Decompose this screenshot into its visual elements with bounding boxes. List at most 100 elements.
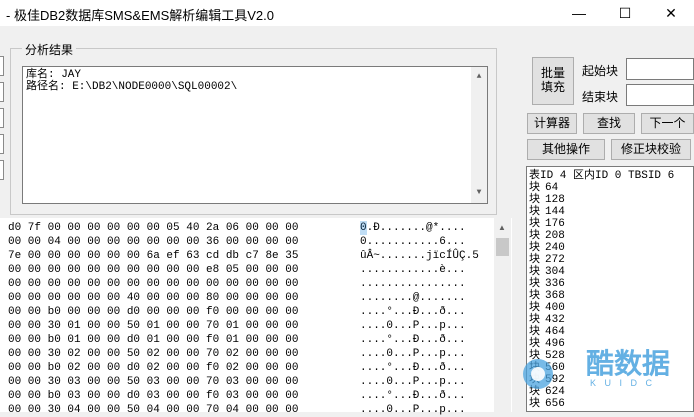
block-list-item[interactable]: 块 128 xyxy=(529,194,565,206)
block-number: 208 xyxy=(545,230,565,242)
hex-row[interactable]: 7e 00 00 00 00 00 00 6a ef 63 cd db c7 8… xyxy=(8,249,298,263)
hex-row[interactable]: 00 00 30 02 00 00 50 02 00 00 70 02 00 0… xyxy=(8,347,298,361)
title-bar: - 极佳DB2数据库SMS&EMS解析编辑工具V2.0 — ☐ ✕ xyxy=(0,0,694,26)
hex-row[interactable]: 00 00 30 03 00 00 50 03 00 00 70 03 00 0… xyxy=(8,375,298,389)
hex-row[interactable]: 00 00 b0 00 00 00 d0 00 00 00 f0 00 00 0… xyxy=(8,305,298,319)
block-list-item[interactable]: 块 240 xyxy=(529,242,565,254)
other-operations-button[interactable]: 其他操作 xyxy=(527,139,605,160)
hex-row[interactable]: 00 00 b0 02 00 00 d0 02 00 00 f0 02 00 0… xyxy=(8,361,298,375)
block-prefix: 块 xyxy=(529,290,540,302)
block-number: 368 xyxy=(545,290,565,302)
ascii-row[interactable]: ....°...Ð...ð... xyxy=(360,305,466,319)
block-number: 240 xyxy=(545,242,565,254)
watermark-text: 酷数据 xyxy=(586,348,671,379)
block-list-item[interactable]: 块 464 xyxy=(529,326,565,338)
block-list-item[interactable]: 块 208 xyxy=(529,230,565,242)
scroll-up-icon[interactable]: ▲ xyxy=(471,69,487,85)
ascii-row[interactable]: ............è... xyxy=(360,263,466,277)
block-number: 432 xyxy=(545,314,565,326)
ascii-row[interactable]: ....°...Ð...ð... xyxy=(360,361,466,375)
next-button[interactable]: 下一个 xyxy=(641,113,694,134)
batch-fill-button[interactable]: 批量 填充 xyxy=(532,57,574,105)
hex-row[interactable]: d0 7f 00 00 00 00 00 00 05 40 2a 06 00 0… xyxy=(8,221,298,235)
hex-row[interactable]: 00 00 30 01 00 00 50 01 00 00 70 01 00 0… xyxy=(8,319,298,333)
block-prefix: 块 xyxy=(529,218,540,230)
ascii-row[interactable]: 0.Ð.......@*.... xyxy=(360,221,466,235)
block-list-header: 表ID 4 区内ID 0 TBSID 6 xyxy=(529,170,675,182)
db-name-line: 库名: JAY xyxy=(26,69,82,81)
analysis-result-box[interactable]: 库名: JAY 路径名: E:\DB2\NODE0000\SQL00002\ ▲… xyxy=(22,66,488,204)
block-number: 272 xyxy=(545,254,565,266)
ascii-row[interactable]: ....°...Ð...ð... xyxy=(360,389,466,403)
block-list-item[interactable]: 块 64 xyxy=(529,182,558,194)
analysis-legend: 分析结果 xyxy=(22,41,77,58)
block-prefix: 块 xyxy=(529,206,540,218)
block-list-item[interactable]: 块 336 xyxy=(529,278,565,290)
block-prefix: 块 xyxy=(529,254,540,266)
ascii-row[interactable]: ....0...P...p... xyxy=(360,319,466,333)
hex-editor[interactable]: d0 7f 00 00 00 00 00 00 05 40 2a 06 00 0… xyxy=(0,218,512,416)
result-scrollbar[interactable]: ▲ ▼ xyxy=(471,67,487,203)
start-block-input[interactable] xyxy=(626,58,694,80)
block-list-item[interactable]: 块 304 xyxy=(529,266,565,278)
block-list-item[interactable]: 块 176 xyxy=(529,218,565,230)
hex-row[interactable]: 00 00 b0 03 00 00 d0 03 00 00 f0 03 00 0… xyxy=(8,389,298,403)
block-list-item[interactable]: 块 432 xyxy=(529,314,565,326)
block-prefix: 块 xyxy=(529,266,540,278)
hex-scroll-up-icon[interactable]: ▲ xyxy=(494,220,510,236)
block-number: 64 xyxy=(545,182,559,194)
left-clipped-control[interactable] xyxy=(0,160,4,180)
block-prefix: 块 xyxy=(529,314,540,326)
watermark-subtext: K U I D C xyxy=(590,378,656,388)
hex-row[interactable]: 00 00 30 04 00 00 50 04 00 00 70 04 00 0… xyxy=(8,403,298,417)
block-prefix: 块 xyxy=(529,278,540,290)
start-block-label: 起始块 xyxy=(582,64,619,78)
window-title: - 极佳DB2数据库SMS&EMS解析编辑工具V2.0 xyxy=(6,8,274,23)
block-number: 176 xyxy=(545,218,565,230)
block-number: 464 xyxy=(545,326,565,338)
block-prefix: 块 xyxy=(529,242,540,254)
block-list-item[interactable]: 块 400 xyxy=(529,302,565,314)
block-prefix: 块 xyxy=(529,302,540,314)
hex-row[interactable]: 00 00 00 00 00 00 00 00 00 00 e8 05 00 0… xyxy=(8,263,298,277)
close-icon[interactable]: ✕ xyxy=(648,0,694,26)
block-list-item[interactable]: 块 368 xyxy=(529,290,565,302)
minimize-icon[interactable]: — xyxy=(556,0,602,26)
left-clipped-control[interactable] xyxy=(0,56,4,76)
block-number: 400 xyxy=(545,302,565,314)
calculator-button[interactable]: 计算器 xyxy=(527,113,577,134)
left-clipped-control[interactable] xyxy=(0,108,4,128)
ascii-row[interactable]: ....°...Ð...ð... xyxy=(360,333,466,347)
ascii-row[interactable]: ....0...P...p... xyxy=(360,375,466,389)
maximize-icon[interactable]: ☐ xyxy=(602,0,648,26)
end-block-label: 结束块 xyxy=(582,90,619,104)
hex-cursor xyxy=(360,221,367,235)
block-prefix: 块 xyxy=(529,194,540,206)
hex-row[interactable]: 00 00 b0 01 00 00 d0 01 00 00 f0 01 00 0… xyxy=(8,333,298,347)
block-prefix: 块 xyxy=(529,326,540,338)
hex-row[interactable]: 00 00 00 00 00 00 40 00 00 00 80 00 00 0… xyxy=(8,291,298,305)
ascii-row[interactable]: ....0...P...p... xyxy=(360,403,466,417)
fix-checksum-button[interactable]: 修正块校验 xyxy=(611,139,691,160)
ascii-row[interactable]: ................ xyxy=(360,277,466,291)
ascii-row[interactable]: ....0...P...p... xyxy=(360,347,466,361)
ascii-row[interactable]: ûÂ~.......jïcÍÛÇ.5 xyxy=(360,249,479,263)
block-list-item[interactable]: 块 144 xyxy=(529,206,565,218)
path-line: 路径名: E:\DB2\NODE0000\SQL00002\ xyxy=(26,81,238,93)
block-prefix: 块 xyxy=(529,230,540,242)
hex-scroll-thumb[interactable] xyxy=(496,238,509,256)
hex-row[interactable]: 00 00 00 00 00 00 00 00 00 00 00 00 00 0… xyxy=(8,277,298,291)
block-number: 144 xyxy=(545,206,565,218)
block-number: 128 xyxy=(545,194,565,206)
left-clipped-control[interactable] xyxy=(0,82,4,102)
ascii-row[interactable]: 0...........6... xyxy=(360,235,466,249)
block-number: 336 xyxy=(545,278,565,290)
end-block-input[interactable] xyxy=(626,84,694,106)
block-list-item[interactable]: 块 272 xyxy=(529,254,565,266)
find-button[interactable]: 查找 xyxy=(583,113,635,134)
left-clipped-control[interactable] xyxy=(0,134,4,154)
hex-scrollbar[interactable]: ▲ xyxy=(494,218,511,412)
ascii-row[interactable]: ........@....... xyxy=(360,291,466,305)
hex-row[interactable]: 00 00 04 00 00 00 00 00 00 00 36 00 00 0… xyxy=(8,235,298,249)
scroll-down-icon[interactable]: ▼ xyxy=(471,185,487,201)
